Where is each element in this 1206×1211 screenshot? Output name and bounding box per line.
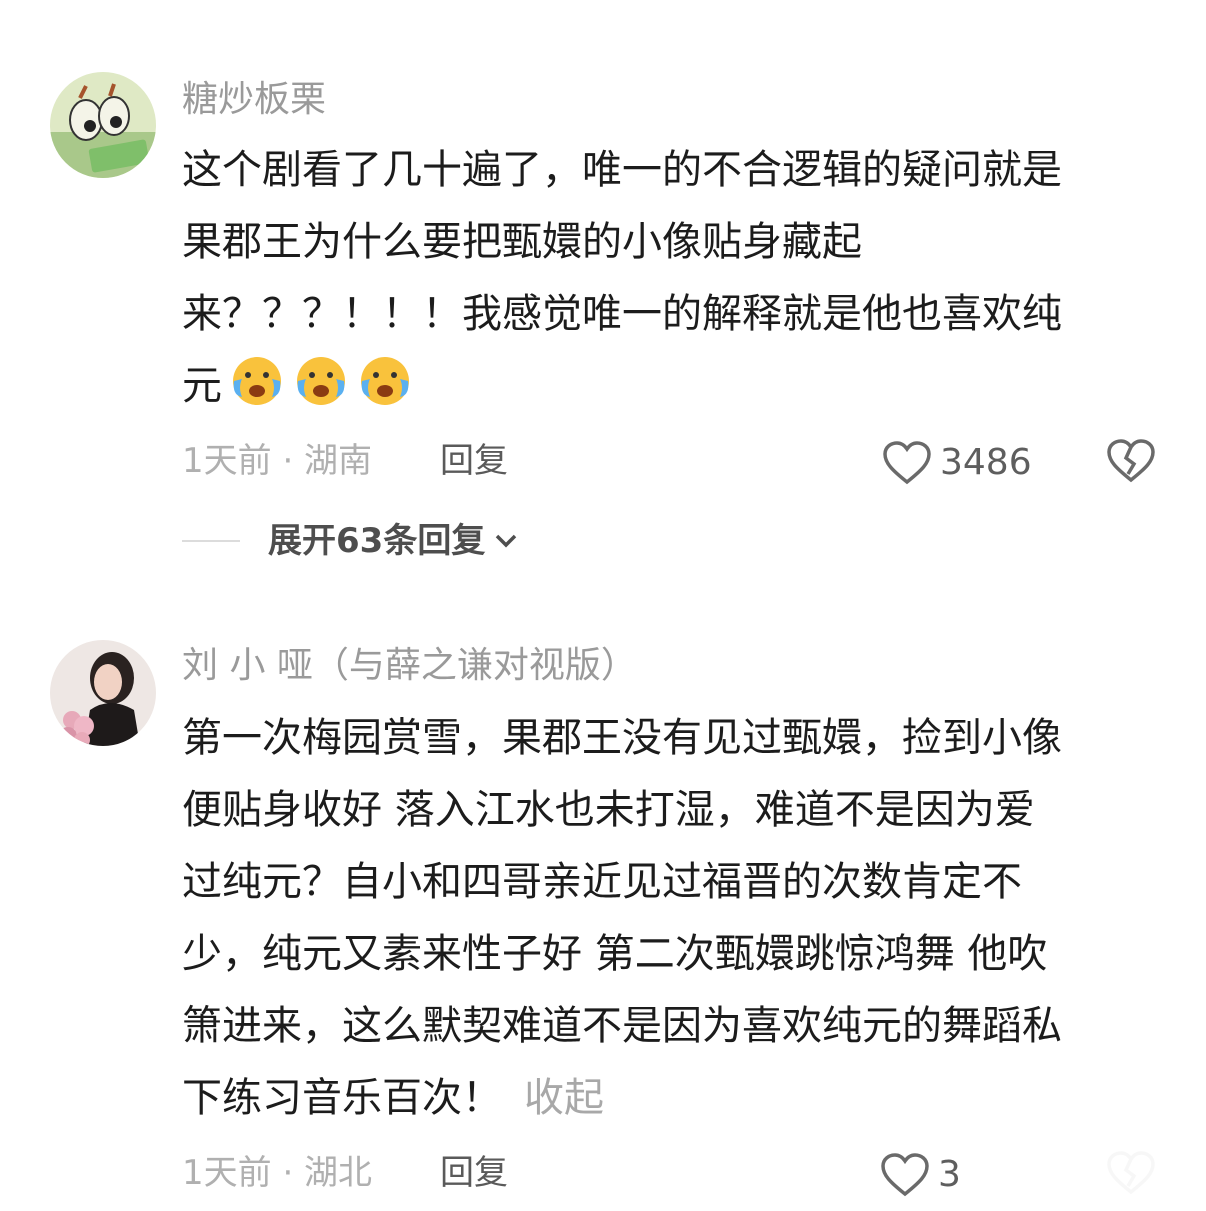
crying-face-emoji-icon	[361, 357, 409, 405]
avatar[interactable]	[50, 640, 156, 746]
comment-text: 这个剧看了几十遍了，唯一的不合逻辑的疑问就是 果郡王为什么要把甄嬛的小像贴身藏起…	[182, 134, 1172, 422]
reply-button[interactable]: 回复	[440, 444, 508, 478]
crying-face-emoji-icon	[233, 357, 281, 405]
comment-text-line: 过纯元？自小和四哥亲近见过福晋的次数肯定不	[182, 859, 1022, 905]
comment-username[interactable]: 刘 小 哑（与薛之谦对视版）	[182, 648, 637, 684]
comment-text-line: 来？？？！！！我感觉唯一的解释就是他也喜欢纯	[182, 291, 1062, 337]
comment-text: 第一次梅园赏雪，果郡王没有见过甄嬛，捡到小像 便贴身收好 落入江水也未打湿，难道…	[182, 702, 1172, 1134]
comment-text-line: 第一次梅园赏雪，果郡王没有见过甄嬛，捡到小像	[182, 715, 1062, 761]
avatar[interactable]	[50, 72, 156, 178]
broken-heart-icon	[1107, 439, 1155, 483]
comment-text-line: 这个剧看了几十遍了，唯一的不合逻辑的疑问就是	[182, 147, 1062, 193]
comment-text-line: 便贴身收好 落入江水也未打湿，难道不是因为爱	[182, 787, 1035, 833]
comment-time-location: 1天前 · 湖北	[182, 1153, 373, 1193]
comment-text-line: 果郡王为什么要把甄嬛的小像贴身藏起	[182, 219, 862, 265]
comment-username[interactable]: 糖炒板栗	[182, 82, 326, 118]
dislike-button[interactable]	[1106, 438, 1156, 488]
expand-replies-label: 展开63条回复	[268, 521, 486, 561]
watermark-overlay	[960, 1146, 1200, 1202]
reply-button[interactable]: 回复	[440, 1156, 508, 1190]
like-count: 3	[938, 1154, 961, 1195]
crying-face-emoji-icon	[297, 357, 345, 405]
heart-outline-icon	[881, 1153, 929, 1197]
expand-replies-button[interactable]: 展开63条回复	[182, 524, 519, 558]
chevron-down-icon	[496, 534, 517, 548]
like-count: 3486	[940, 442, 1032, 483]
divider	[182, 540, 240, 542]
comment-time-location: 1天前 · 湖南	[182, 441, 373, 481]
comment-text-line: 箫进来，这么默契难道不是因为喜欢纯元的舞蹈私	[182, 1003, 1062, 1049]
comment-text-line: 元	[182, 350, 1172, 422]
collapse-button[interactable]: 收起	[524, 1075, 604, 1121]
heart-outline-icon	[883, 441, 931, 485]
like-button[interactable]: 3	[880, 1152, 961, 1198]
comment-text-line: 下练习音乐百次！ 收起	[182, 1075, 604, 1121]
like-button[interactable]: 3486	[882, 440, 1032, 486]
comment-text-line: 少，纯元又素来性子好 第二次甄嬛跳惊鸿舞 他吹	[182, 931, 1048, 977]
